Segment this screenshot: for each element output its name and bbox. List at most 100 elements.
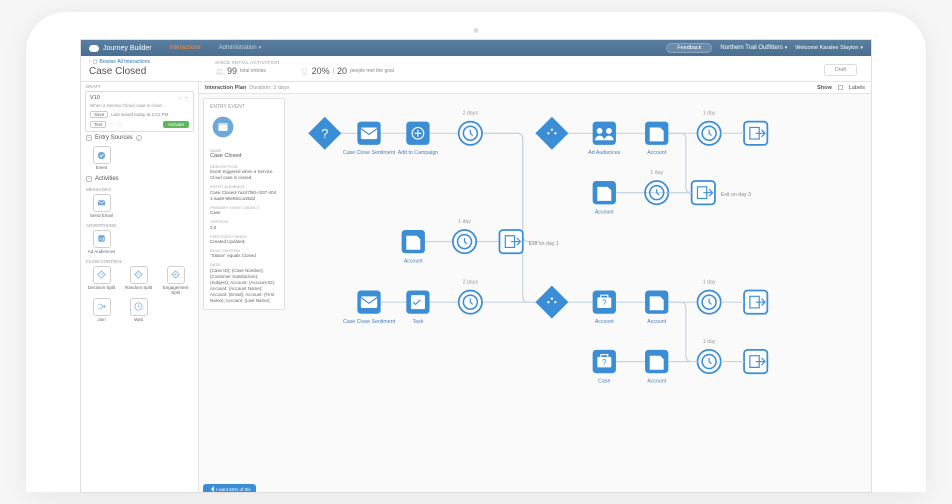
node-adaud[interactable]: Ad Audiences — [588, 122, 620, 157]
tile-join[interactable]: Join — [84, 298, 119, 323]
node-case[interactable]: ? Case — [593, 350, 616, 385]
svg-text:1 day: 1 day — [703, 111, 716, 117]
node-exit[interactable]: Exit on day 1 — [499, 230, 558, 253]
labels-checkbox[interactable] — [838, 85, 843, 90]
svg-text:Ad Audiences: Ad Audiences — [588, 150, 620, 156]
svg-text:1 day: 1 day — [703, 339, 716, 345]
gear-icon[interactable] — [177, 96, 182, 101]
svg-text:2 days: 2 days — [463, 280, 479, 286]
feedback-button[interactable]: Feedback — [666, 43, 712, 53]
node-task[interactable]: Task — [406, 291, 429, 326]
node-exit[interactable] — [744, 350, 767, 373]
node-exit[interactable] — [744, 291, 767, 314]
cat-flow: FLOW CONTROL — [81, 257, 198, 264]
tile-engagement-split[interactable]: Engagement Split — [158, 266, 193, 296]
entry-event-icon — [210, 114, 236, 140]
nav-administration[interactable]: Administration▾ — [219, 45, 262, 51]
node-account[interactable]: Account — [402, 230, 425, 265]
node-wait[interactable]: 1 day — [453, 219, 476, 253]
metric-entries: SINCE INITIAL ACTIVATION 99 total entrie… — [215, 60, 280, 76]
tile-ad-audiences[interactable]: AdAd Audiences — [84, 230, 119, 255]
node-wait[interactable]: 1 day — [697, 280, 720, 314]
svg-text:Account: Account — [404, 259, 423, 265]
node-email[interactable]: Case Close Sentiment — [343, 291, 396, 326]
tile-send-email[interactable]: Send Email — [84, 194, 119, 219]
status-badge: Draft — [824, 64, 857, 76]
history-icon[interactable] — [117, 122, 122, 127]
node-decision[interactable]: ? — [308, 117, 341, 150]
svg-text:Account: Account — [647, 150, 666, 156]
node-wait[interactable]: 2 days — [459, 111, 482, 145]
svg-text:Account: Account — [647, 319, 666, 325]
org-switcher[interactable]: Northern Trail Outfitters▾ — [720, 45, 787, 51]
collapse-icon: − — [86, 176, 92, 182]
laptop-frame: Journey Builder Interactions Administrat… — [26, 12, 926, 492]
svg-text:?: ? — [602, 358, 607, 367]
activities-head[interactable]: −Activities — [81, 173, 198, 185]
save-button[interactable]: Save — [90, 111, 108, 118]
test-button[interactable]: Test — [90, 121, 106, 128]
node-account[interactable]: Account — [593, 181, 616, 216]
svg-text:1 day: 1 day — [703, 280, 716, 286]
svg-text:Case: Case — [598, 379, 610, 385]
tile-wait[interactable]: Wait — [121, 298, 156, 323]
node-campaign[interactable]: Add to Campaign — [398, 122, 439, 157]
trophy-icon — [300, 67, 309, 76]
salesforce-logo — [89, 45, 99, 52]
delete-icon[interactable] — [184, 96, 189, 101]
svg-text:Exit on day 1: Exit on day 1 — [529, 241, 559, 247]
node-account[interactable]: Account — [645, 122, 668, 157]
svg-text:1 day: 1 day — [650, 170, 663, 176]
svg-text:Account: Account — [595, 210, 614, 216]
tile-random-split[interactable]: Random Split — [121, 266, 156, 296]
svg-text:Case Close Sentiment: Case Close Sentiment — [343, 319, 396, 325]
draft-label: DRAFT — [81, 82, 198, 91]
canvas-area: Interaction PlanDuration: 3 days Show La… — [199, 82, 871, 492]
version-select[interactable]: V10 — [90, 95, 175, 101]
tile-event[interactable]: Event — [84, 146, 119, 171]
tile-decision-split[interactable]: ?Decision Split — [84, 266, 119, 296]
breadcrumb[interactable]: ‹▢Browse All Interactions — [89, 59, 207, 65]
sub-header: ‹▢Browse All Interactions Case Closed SI… — [81, 56, 871, 82]
node-random[interactable] — [535, 286, 568, 319]
chevron-down-icon: ▾ — [259, 45, 262, 51]
svg-text:?: ? — [602, 299, 607, 308]
svg-text:Ad: Ad — [99, 237, 105, 242]
collapse-icon: − — [86, 135, 92, 141]
node-wait[interactable]: 2 days — [459, 280, 482, 314]
app-brand: Journey Builder — [103, 45, 152, 52]
sidebar: DRAFT V10 When a Service Cloud case is c… — [81, 82, 199, 492]
node-email[interactable]: Case Close Sentiment — [343, 122, 396, 157]
svg-text:Add to Campaign: Add to Campaign — [398, 150, 439, 156]
svg-text:1 day: 1 day — [458, 219, 471, 225]
svg-text:?: ? — [321, 126, 328, 141]
cat-messages: MESSAGES — [81, 185, 198, 192]
version-box: V10 When a Service Cloud case is close… … — [85, 91, 194, 132]
node-exit[interactable] — [744, 122, 767, 145]
node-account[interactable]: Account — [645, 291, 668, 326]
svg-text:Task: Task — [413, 319, 424, 325]
undo-icon[interactable] — [109, 122, 114, 127]
svg-text:?: ? — [100, 272, 103, 277]
entry-sources-head[interactable]: −Entry Sourcesi — [81, 132, 198, 144]
node-random[interactable] — [535, 117, 568, 150]
user-menu[interactable]: Welcome Karalee Slayton▾ — [795, 45, 863, 51]
cat-advertising: ADVERTISING — [81, 221, 198, 228]
nav-interactions[interactable]: Interactions — [170, 45, 201, 51]
node-wait[interactable]: 1 day — [697, 339, 720, 373]
node-exit[interactable]: Exit on day 3 — [692, 181, 751, 204]
flow-canvas[interactable]: ? Case Close Sentiment Add to Campaign 2… — [291, 96, 871, 492]
labels-text: Labels — [849, 85, 865, 91]
node-wait[interactable]: 1 day — [697, 111, 720, 145]
entry-event-panel: ENTRY EVENT NAMECase Closed DESCRIPTIONE… — [203, 98, 285, 310]
activate-button[interactable]: Activate — [163, 121, 189, 128]
info-icon[interactable]: i — [136, 135, 142, 141]
node-case[interactable]: ? Account — [593, 291, 616, 326]
svg-text:Case Close Sentiment: Case Close Sentiment — [343, 150, 396, 156]
goal-footer[interactable]: I want 50% of the — [203, 484, 256, 492]
svg-text:Account: Account — [595, 319, 614, 325]
saved-time: Last saved today at 2:21 PM — [111, 112, 168, 117]
node-wait[interactable]: 1 day — [645, 170, 668, 204]
chevron-down-icon: ▾ — [785, 45, 788, 51]
node-account[interactable]: Account — [645, 350, 668, 385]
